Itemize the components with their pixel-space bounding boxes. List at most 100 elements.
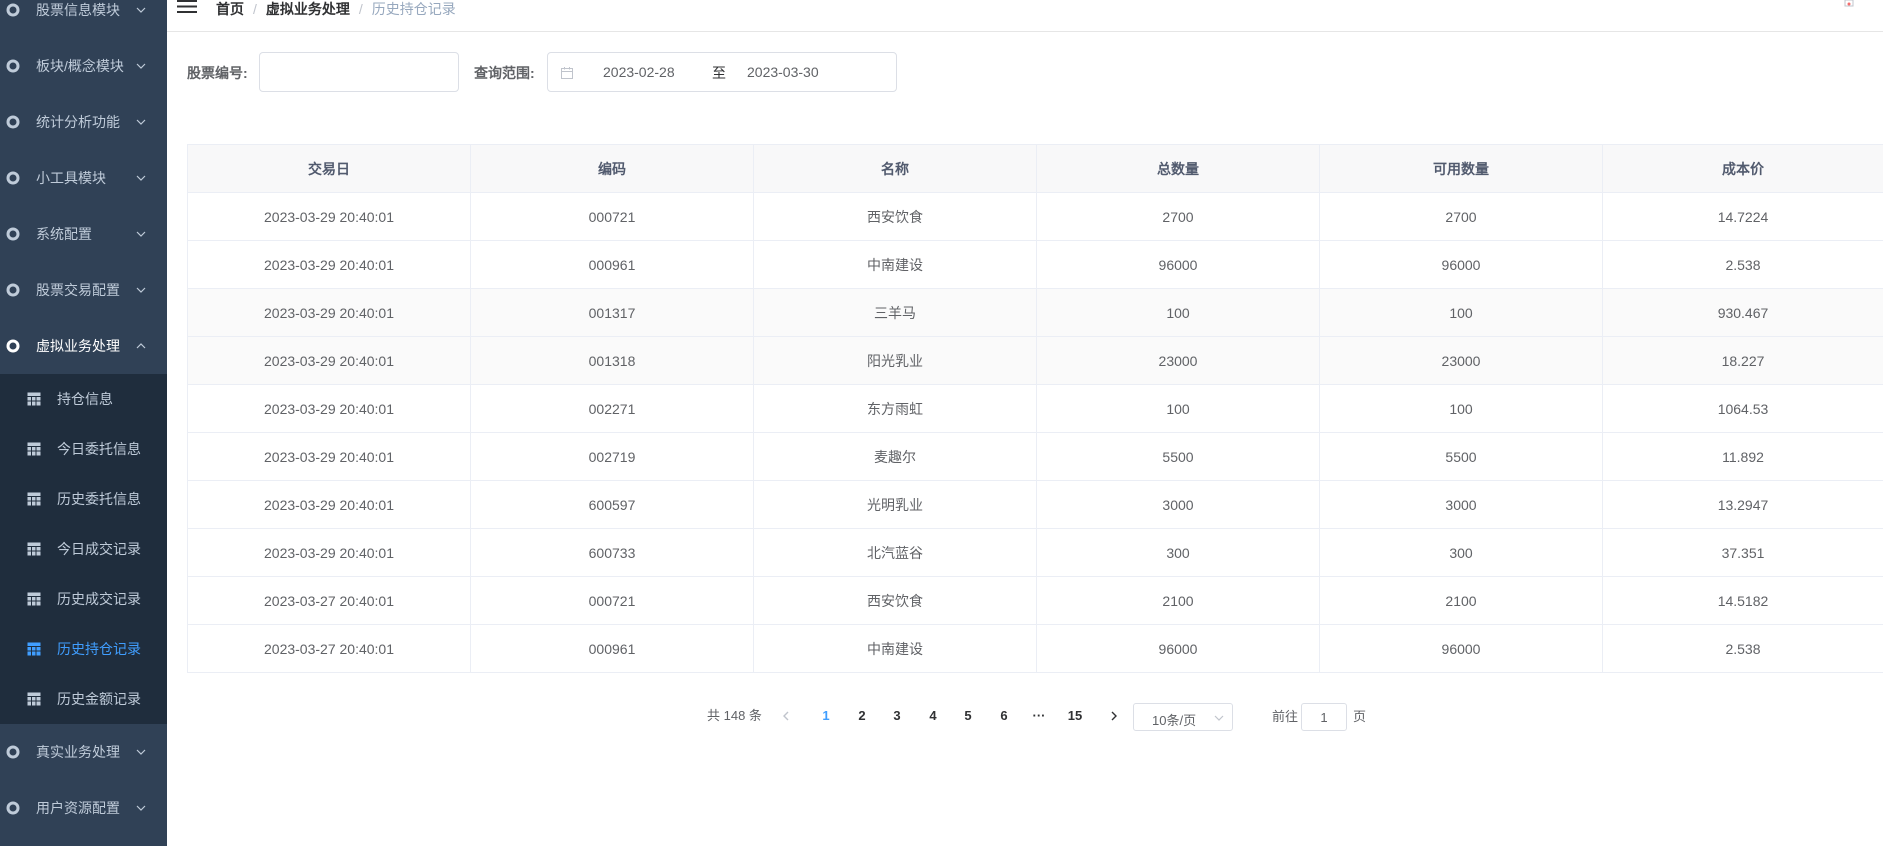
table-icon <box>27 592 41 606</box>
cell-total-qty: 3000 <box>1036 480 1320 529</box>
hamburger-icon[interactable] <box>177 0 199 16</box>
cell-code: 000961 <box>470 240 754 289</box>
column-header[interactable]: 交易日 <box>187 144 471 193</box>
table-row[interactable]: 2023-03-27 20:40:01 000721 西安饮食 2100 210… <box>187 576 1883 625</box>
table-row[interactable]: 2023-03-29 20:40:01 000721 西安饮食 2700 270… <box>187 192 1883 241</box>
cell-trade-date: 2023-03-29 20:40:01 <box>187 192 471 241</box>
cell-cost-price: 13.2947 <box>1602 480 1883 529</box>
submenu-today-deals[interactable]: 今日成交记录 <box>0 524 167 574</box>
cell-cost-price: 930.467 <box>1602 288 1883 337</box>
table-icon <box>27 492 41 506</box>
menu-tools[interactable]: 小工具模块 <box>0 150 167 206</box>
table-icon <box>27 442 41 456</box>
cell-available-qty: 3000 <box>1319 480 1603 529</box>
cell-name: 东方雨虹 <box>753 384 1037 433</box>
cell-available-qty: 2100 <box>1319 576 1603 625</box>
pagination: 共 148 条 1 2 3 4 5 6 ··· 15 10条/页 前往 页 <box>0 700 1883 732</box>
cell-trade-date: 2023-03-29 20:40:01 <box>187 240 471 289</box>
settings-icon <box>6 745 20 759</box>
page-number[interactable]: 6 <box>989 700 1019 732</box>
date-range-picker[interactable]: 2023-02-28 至 2023-03-30 <box>547 52 897 92</box>
table-row[interactable]: 2023-03-29 20:40:01 600733 北汽蓝谷 300 300 … <box>187 528 1883 577</box>
table-row[interactable]: 2023-03-29 20:40:01 000961 中南建设 96000 96… <box>187 240 1883 289</box>
menu-stock-info[interactable]: 股票信息模块 <box>0 0 167 38</box>
breadcrumb-section[interactable]: 虚拟业务处理 <box>266 0 350 19</box>
cell-code: 000961 <box>470 624 754 673</box>
page-number[interactable]: 1 <box>811 700 841 732</box>
start-date[interactable]: 2023-02-28 <box>603 64 675 80</box>
column-header[interactable]: 名称 <box>753 144 1037 193</box>
next-page-icon[interactable] <box>1108 710 1120 722</box>
date-range-label: 查询范围: <box>474 65 535 81</box>
cell-cost-price: 18.227 <box>1602 336 1883 385</box>
submenu-label: 今日委托信息 <box>57 441 141 457</box>
calendar-icon <box>561 67 573 79</box>
settings-icon <box>6 283 20 297</box>
cell-name: 阳光乳业 <box>753 336 1037 385</box>
cell-available-qty: 96000 <box>1319 240 1603 289</box>
more-pages[interactable]: ··· <box>1024 700 1054 732</box>
settings-icon <box>6 115 20 129</box>
column-header[interactable]: 总数量 <box>1036 144 1320 193</box>
column-header[interactable]: 可用数量 <box>1319 144 1603 193</box>
cell-cost-price: 1064.53 <box>1602 384 1883 433</box>
cell-code: 000721 <box>470 576 754 625</box>
cell-name: 西安饮食 <box>753 576 1037 625</box>
goto-page-input[interactable] <box>1301 703 1347 731</box>
table-row[interactable]: 2023-03-29 20:40:01 001317 三羊马 100 100 9… <box>187 288 1883 337</box>
cell-name: 三羊马 <box>753 288 1037 337</box>
page-number[interactable]: 5 <box>953 700 983 732</box>
stock-code-input[interactable] <box>259 52 459 92</box>
table-row[interactable]: 2023-03-29 20:40:01 002271 东方雨虹 100 100 … <box>187 384 1883 433</box>
menu-trade-config[interactable]: 股票交易配置 <box>0 262 167 318</box>
menu-user-resources[interactable]: 用户资源配置 <box>0 780 167 836</box>
menu-virtual-business[interactable]: 虚拟业务处理 <box>0 318 167 374</box>
page-number[interactable]: 3 <box>882 700 912 732</box>
table-row[interactable]: 2023-03-29 20:40:01 600597 光明乳业 3000 300… <box>187 480 1883 529</box>
cell-name: 中南建设 <box>753 240 1037 289</box>
page-number[interactable]: 15 <box>1060 700 1090 732</box>
page-number[interactable]: 4 <box>918 700 948 732</box>
page-number[interactable]: 2 <box>847 700 877 732</box>
menu-label: 系统配置 <box>36 226 92 242</box>
history-positions-table: 交易日 编码 名称 总数量 可用数量 成本价 2023-03-29 20:40:… <box>187 144 1883 673</box>
breadcrumb-home[interactable]: 首页 <box>216 0 244 19</box>
table-row[interactable]: 2023-03-29 20:40:01 001318 阳光乳业 23000 23… <box>187 336 1883 385</box>
submenu-label: 历史成交记录 <box>57 591 141 607</box>
submenu-label: 历史委托信息 <box>57 491 141 507</box>
submenu-history-positions[interactable]: 历史持仓记录 <box>0 624 167 674</box>
settings-icon <box>6 59 20 73</box>
cell-total-qty: 96000 <box>1036 624 1320 673</box>
page-size-value: 10条/页 <box>1152 713 1197 728</box>
column-header[interactable]: 成本价 <box>1602 144 1883 193</box>
submenu-positions[interactable]: 持仓信息 <box>0 374 167 424</box>
table-row[interactable]: 2023-03-29 20:40:01 002719 麦趣尔 5500 5500… <box>187 432 1883 481</box>
cell-code: 002271 <box>470 384 754 433</box>
cell-total-qty: 300 <box>1036 528 1320 577</box>
notification-icon[interactable] <box>1844 0 1854 10</box>
cell-code: 001317 <box>470 288 754 337</box>
submenu-today-orders[interactable]: 今日委托信息 <box>0 424 167 474</box>
cell-total-qty: 5500 <box>1036 432 1320 481</box>
cell-code: 002719 <box>470 432 754 481</box>
submenu-history-orders[interactable]: 历史委托信息 <box>0 474 167 524</box>
cell-trade-date: 2023-03-29 20:40:01 <box>187 288 471 337</box>
cell-code: 600733 <box>470 528 754 577</box>
page-size-select[interactable]: 10条/页 <box>1133 703 1233 731</box>
end-date[interactable]: 2023-03-30 <box>747 64 819 80</box>
menu-statistics[interactable]: 统计分析功能 <box>0 94 167 150</box>
table-icon <box>27 392 41 406</box>
column-header[interactable]: 编码 <box>470 144 754 193</box>
menu-label: 板块/概念模块 <box>36 58 124 74</box>
menu-system-config[interactable]: 系统配置 <box>0 206 167 262</box>
goto-label: 前往 <box>1272 709 1299 724</box>
submenu-label: 今日成交记录 <box>57 541 141 557</box>
table-icon <box>27 642 41 656</box>
menu-real-business[interactable]: 真实业务处理 <box>0 724 167 780</box>
submenu-history-deals[interactable]: 历史成交记录 <box>0 574 167 624</box>
table-row[interactable]: 2023-03-27 20:40:01 000961 中南建设 96000 96… <box>187 624 1883 673</box>
menu-sector-concept[interactable]: 板块/概念模块 <box>0 38 167 94</box>
prev-page-icon[interactable] <box>780 710 792 722</box>
cell-trade-date: 2023-03-29 20:40:01 <box>187 480 471 529</box>
menu-label: 真实业务处理 <box>36 744 120 760</box>
